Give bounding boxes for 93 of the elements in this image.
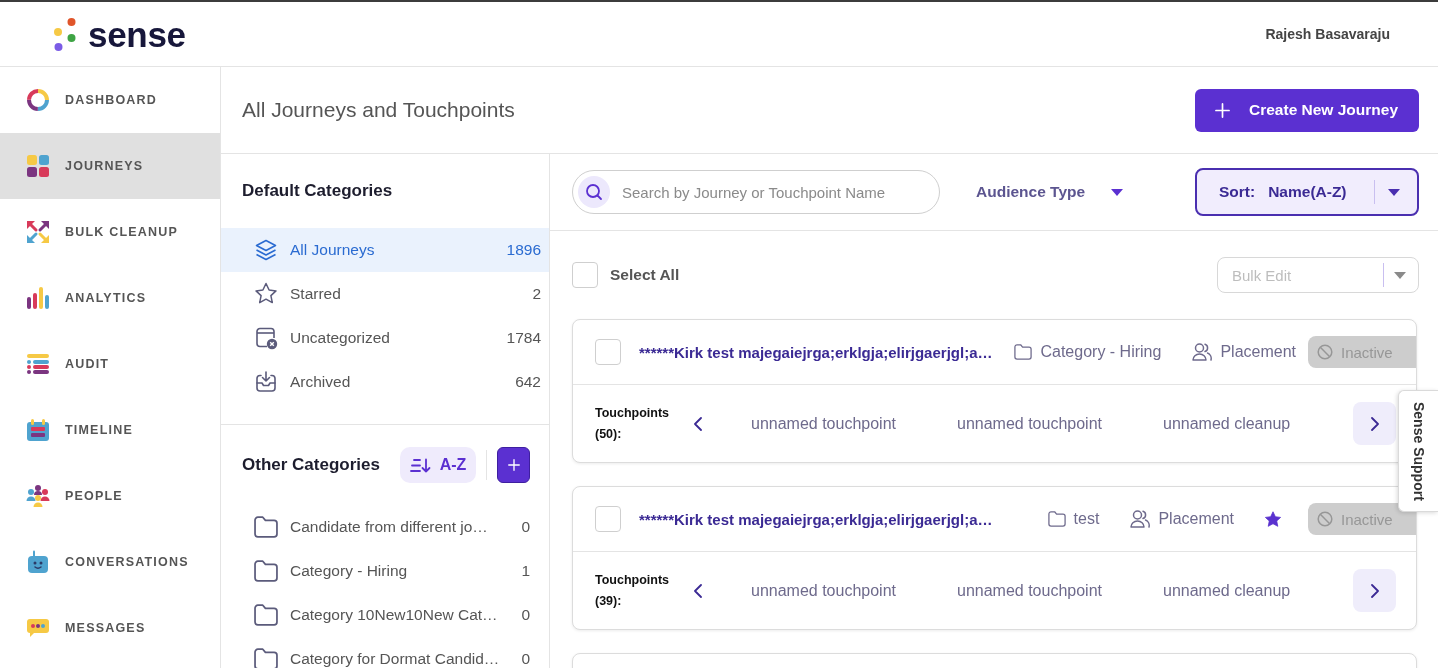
plus-icon (507, 459, 520, 471)
checkbox[interactable] (595, 339, 621, 365)
folder-icon (254, 604, 278, 626)
item-count: 0 (521, 518, 530, 536)
category-item[interactable]: Category - Hiring 1 (221, 549, 549, 593)
star-outline-icon (254, 282, 278, 306)
user-name[interactable]: Rajesh Basavaraju (1265, 26, 1390, 42)
folder-icon (1047, 511, 1066, 527)
nav-item[interactable]: ANALYTICS (0, 265, 220, 331)
people-group-icon (26, 484, 50, 508)
search-icon[interactable] (578, 176, 610, 208)
sort-dropdown[interactable]: Sort: Name(A-Z) (1195, 168, 1419, 216)
select-all-checkbox[interactable] (572, 262, 598, 288)
next-button[interactable] (1353, 402, 1396, 445)
audience-label: Placement (1220, 343, 1296, 361)
page-title: All Journeys and Touchpoints (242, 98, 515, 122)
touchpoint-link[interactable]: unnamed touchpoint (751, 414, 896, 432)
checkbox[interactable] (595, 506, 621, 532)
category-item[interactable]: Category for Dormat Candid… 0 (221, 637, 549, 668)
section-heading: Other Categories (242, 455, 380, 475)
touchpoints-count-label: Touchpoints (50): (595, 404, 671, 443)
chevron-left-icon[interactable] (693, 583, 703, 598)
item-count: 1 (521, 562, 530, 580)
caret-down-icon (1111, 188, 1124, 196)
section-heading: Default Categories (241, 180, 394, 202)
chevron-right-icon (1369, 416, 1380, 431)
category-item[interactable]: Starred 2 (221, 272, 549, 316)
item-count: 2 (532, 285, 541, 303)
journey-title-link[interactable]: ******Kirk test majegaiejrga;erklgja;elirjgaerjgl;a… (639, 343, 993, 361)
folder-icon (254, 560, 278, 582)
tiles-icon (26, 154, 50, 178)
next-button[interactable] (1353, 569, 1396, 612)
category-label: test (1073, 510, 1100, 528)
add-category-button[interactable] (497, 447, 530, 483)
chevron-left-icon[interactable] (693, 416, 703, 431)
category-item[interactable]: Archived 642 (221, 360, 549, 404)
search-field[interactable]: Search by Journey or Touchpoint Name (572, 170, 940, 214)
nav-item[interactable]: CONVERSATIONS (0, 529, 220, 595)
calendar-x-icon (254, 326, 278, 350)
ban-icon (1317, 511, 1333, 527)
audience-label: Placement (1158, 510, 1234, 528)
nav-item[interactable]: DASHBOARD (0, 67, 220, 133)
select-all-label[interactable]: Select All (610, 266, 680, 284)
robot-icon (26, 550, 50, 574)
nav-item[interactable]: BULK CLEANUP (0, 199, 220, 265)
item-count: 0 (521, 650, 530, 668)
tray-arrow-icon (254, 370, 278, 394)
sort-icon (409, 457, 431, 473)
layers-icon (254, 238, 278, 262)
touchpoint-link[interactable]: unnamed touchpoint (751, 581, 896, 599)
item-count: 1784 (506, 329, 541, 347)
touchpoint-link[interactable]: unnamed cleanup (1163, 414, 1291, 432)
caret-down-icon (1388, 188, 1400, 196)
category-item[interactable]: Uncategorized 1784 (221, 316, 549, 360)
donut-chart-icon (26, 88, 50, 112)
star-icon[interactable] (1265, 511, 1281, 527)
nav-item[interactable]: JOURNEYS (0, 133, 220, 199)
logo-dots-icon (54, 17, 76, 51)
support-tab[interactable]: Sense Support (1398, 390, 1438, 512)
audience-type-dropdown[interactable]: Audience Type (976, 183, 1124, 201)
item-count: 642 (515, 373, 541, 391)
item-count: 1896 (506, 241, 541, 259)
people-icon (1192, 343, 1213, 361)
chevron-right-icon (1369, 583, 1380, 598)
caret-down-icon (1394, 271, 1406, 279)
list-icon (26, 352, 50, 376)
people-icon (1130, 510, 1151, 528)
chat-bubble-icon (26, 616, 50, 640)
touchpoint-link[interactable]: unnamed cleanup (1163, 581, 1291, 599)
nav-item[interactable]: PEOPLE (0, 463, 220, 529)
logo-text: sense (88, 16, 186, 52)
arrows-icon (26, 220, 50, 244)
nav-item[interactable]: AUDIT (0, 331, 220, 397)
folder-icon (254, 648, 278, 668)
item-count: 0 (521, 606, 530, 624)
nav-item[interactable]: MESSAGES (0, 595, 220, 661)
category-item[interactable]: All Journeys 1896 (221, 228, 549, 272)
touchpoint-link[interactable]: unnamed touchpoint (957, 581, 1102, 599)
folder-icon (254, 516, 278, 538)
ban-icon (1317, 344, 1333, 360)
nav-item[interactable]: TIMELINE (0, 397, 220, 463)
plus-icon (1215, 102, 1230, 118)
sort-button[interactable]: A-Z (400, 447, 476, 483)
category-item[interactable]: Category 10New10New Cat… 0 (221, 593, 549, 637)
calendar-icon (26, 418, 50, 442)
bar-chart-icon (26, 286, 50, 310)
create-journey-button[interactable]: Create New Journey (1195, 88, 1419, 132)
category-item[interactable]: Candidate from different jo… 0 (221, 505, 549, 549)
folder-icon (1014, 344, 1033, 360)
touchpoint-link[interactable]: unnamed touchpoint (957, 414, 1102, 432)
journey-title-link[interactable]: ******Kirk test majegaiejrga;erklgja;elirjgaerjgl;a… (639, 510, 993, 528)
touchpoints-count-label: Touchpoints (39): (595, 571, 671, 610)
category-label: Category - Hiring (1040, 343, 1162, 361)
